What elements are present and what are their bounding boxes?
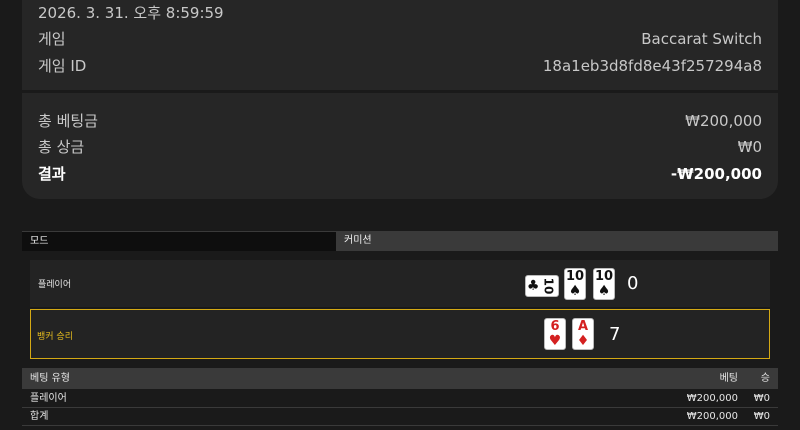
banker-result-row: 뱅커 승리 6 ♥ A ♦ 7 <box>30 309 770 359</box>
game-id-row: 게임 ID 18a1eb3d8fd8e43f257294a8 <box>38 55 762 76</box>
game-row: 게임 Baccarat Switch <box>38 28 762 49</box>
game-value: Baccarat Switch <box>641 29 762 48</box>
bets-table-header: 베팅 유형 베팅 승 <box>22 368 778 389</box>
round-datetime: 2026. 3. 31. 오후 8:59:59 <box>38 4 224 22</box>
mode-label: 모드 <box>22 231 336 251</box>
row-bet-amount: ₩200,000 <box>686 393 738 404</box>
banker-card-2: A ♦ <box>572 318 594 350</box>
datetime-row: 2026. 3. 31. 오후 8:59:59 <box>38 2 762 23</box>
header-bet-type: 베팅 유형 <box>30 373 70 384</box>
round-summary-panel: 2026. 3. 31. 오후 8:59:59 게임 Baccarat Swit… <box>22 0 778 90</box>
result-row: 결과 -₩200,000 <box>38 163 762 184</box>
row-bet-type: 합계 <box>30 411 49 422</box>
player-score: 0 <box>627 273 639 294</box>
total-win-label: 총 상금 <box>38 138 85 156</box>
player-label: 플레이어 <box>38 280 72 290</box>
card-suit: ♥ <box>548 333 562 349</box>
mode-bar: 모드 커미션 <box>22 231 778 251</box>
total-win-value: ₩0 <box>737 137 762 156</box>
commission-label: 커미션 <box>336 231 778 251</box>
row-bet-amount: ₩200,000 <box>686 411 738 422</box>
banker-label: 뱅커 승리 <box>37 332 73 342</box>
card-suit: ♠ <box>597 283 611 299</box>
card-rank: 10 <box>565 269 585 284</box>
header-win: 승 <box>760 373 770 384</box>
total-bet-row: 총 베팅금 ₩200,000 <box>38 110 762 131</box>
player-result-row: 플레이어 ♣ 10 10 ♠ 10 ♠ 0 <box>30 260 770 307</box>
row-win-amount: ₩0 <box>753 393 770 404</box>
row-win-amount: ₩0 <box>753 411 770 422</box>
banker-card-1: 6 ♥ <box>544 318 566 350</box>
card-suit: ♠ <box>568 283 582 299</box>
totals-panel: 총 베팅금 ₩200,000 총 상금 ₩0 결과 -₩200,000 <box>22 93 778 199</box>
header-bet: 베팅 <box>719 373 738 384</box>
total-bet-value: ₩200,000 <box>685 111 762 130</box>
card-suit: ♦ <box>576 333 590 349</box>
table-row-total: 합계 ₩200,000 ₩0 <box>22 408 778 426</box>
total-win-row: 총 상금 ₩0 <box>38 136 762 157</box>
banker-score: 7 <box>609 324 621 345</box>
player-card-1: ♣ 10 <box>525 275 559 297</box>
player-card-2: 10 ♠ <box>564 268 586 300</box>
card-rank: 10 <box>594 269 614 284</box>
total-bet-label: 총 베팅금 <box>38 112 98 130</box>
game-id-label: 게임 ID <box>38 57 87 75</box>
table-row: 플레이어 ₩200,000 ₩0 <box>22 390 778 408</box>
card-rank: 10 <box>541 277 556 295</box>
card-suit: ♣ <box>526 278 540 294</box>
row-bet-type: 플레이어 <box>30 393 67 404</box>
player-card-3: 10 ♠ <box>593 268 615 300</box>
card-rank: 6 <box>550 319 560 334</box>
card-rank: A <box>577 319 589 334</box>
game-id-value[interactable]: 18a1eb3d8fd8e43f257294a8 <box>543 57 762 75</box>
result-value: -₩200,000 <box>670 164 762 183</box>
result-label: 결과 <box>38 165 66 183</box>
game-label: 게임 <box>38 30 66 48</box>
